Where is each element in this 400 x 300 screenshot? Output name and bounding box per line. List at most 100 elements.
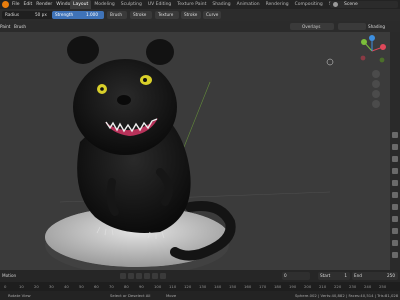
frame-tick-label: 220 [334,284,342,289]
physics-tab-icon[interactable] [392,192,398,198]
curve-dropdown[interactable]: Curve [203,11,221,19]
frame-tick-label: 100 [154,284,162,289]
frame-tick-label: 70 [109,284,114,289]
zoom-icon[interactable] [372,70,380,78]
texture-dropdown[interactable]: Texture [155,11,179,19]
creature-ear-left [67,36,99,64]
scene-selector[interactable]: Scene [330,1,398,8]
status-rotate-view: Rotate View [8,293,31,298]
navigation-gizmo[interactable] [355,34,389,68]
end-value: 250 [387,273,395,278]
gizmo-y-handle[interactable] [361,39,367,45]
start-value: 1 [344,273,347,278]
shading-menu[interactable]: Shading [368,21,385,32]
frame-tick-label: 200 [304,284,312,289]
next-keyframe-icon[interactable] [152,273,158,279]
tool-tab-icon[interactable] [392,132,398,138]
menu-edit[interactable]: Edit [24,0,33,9]
status-stats: Sphere.002 | Verts:40,882 | Faces:40,514… [295,293,399,298]
brush-menu[interactable]: Brush [14,21,26,32]
gizmo-z-handle[interactable] [369,35,375,41]
frame-tick-label: 60 [94,284,99,289]
frame-ruler[interactable]: 0 10 20 30 40 50 60 70 80 90 100 110 120 130 140 150 160… [0,282,400,291]
stroke-method-dropdown[interactable]: Stroke [181,11,201,19]
jump-start-icon[interactable] [120,273,126,279]
grid-icon[interactable] [372,100,380,108]
blender-logo-icon[interactable] [2,1,9,8]
menu-file[interactable]: File [12,0,20,9]
frame-tick-label: 190 [289,284,297,289]
tab-texture-paint[interactable]: Texture Paint [174,0,209,9]
gizmo-neg-x-handle[interactable] [360,55,366,61]
creature-head [73,59,177,155]
brush-dropdown[interactable]: Brush [107,11,127,19]
status-bar: Rotate View Select or Deselect All Move … [0,291,400,300]
stroke-method-label: Stroke [184,12,198,17]
tab-uv-editing[interactable]: UV Editing [145,0,174,9]
gizmo-x-handle[interactable] [380,44,386,50]
strength-value: 1.000 [86,12,98,17]
world-tab-icon[interactable] [392,252,398,258]
status-move: Move [166,293,177,298]
overlays-label: Overlays [302,24,321,29]
frame-tick-label: 240 [364,284,372,289]
object-tab-icon[interactable] [392,156,398,162]
tab-compositing[interactable]: Compositing [292,0,326,9]
view-tab-icon[interactable] [392,144,398,150]
frame-tick-label: 30 [49,284,54,289]
tab-rendering[interactable]: Rendering [263,0,292,9]
timeline-menu[interactable]: Motion [2,270,16,282]
timeline-header: Motion 0 Start 1 End 250 [0,270,400,282]
frame-tick-label: 120 [184,284,192,289]
frame-tick-label: 230 [349,284,357,289]
frame-tick-label: 180 [274,284,282,289]
creature-ear-right [146,39,174,65]
frame-tick-label: 160 [244,284,252,289]
start-frame-field[interactable]: Start 1 [318,272,350,280]
tab-sculpting[interactable]: Sculpting [118,0,145,9]
data-tab-icon[interactable] [392,216,398,222]
strength-field[interactable]: Strength 1.000 [52,11,104,19]
modifier-tab-icon[interactable] [392,168,398,174]
viewport-canvas [45,36,334,270]
texture-tab-icon[interactable] [392,240,398,246]
tab-animation[interactable]: Animation [234,0,263,9]
status-select: Select or Deselect All [110,293,151,298]
frame-tick-label: 80 [124,284,129,289]
shading-modes[interactable] [338,23,366,30]
frame-tick-label: 0 [4,284,7,289]
camera-icon[interactable] [372,90,380,98]
frame-tick-label: 210 [319,284,327,289]
frame-tick-label: 40 [64,284,69,289]
frame-tick-label: 130 [199,284,207,289]
frame-tick-label: 110 [169,284,177,289]
brush-label: Brush [110,12,123,17]
material-tab-icon[interactable] [392,228,398,234]
end-frame-field[interactable]: End 250 [352,272,398,280]
frame-tick-label: 50 [79,284,84,289]
gizmo-neg-y-handle[interactable] [379,57,385,63]
creature-pupil-left [100,87,104,91]
overlays-button[interactable]: Overlays [290,23,334,30]
stroke-dropdown[interactable]: Stroke [130,11,152,19]
texture-label: Texture [158,12,174,17]
frame-tick-label: 90 [139,284,144,289]
menu-render[interactable]: Render [36,0,52,9]
tab-modeling[interactable]: Modeling [91,0,117,9]
particles-tab-icon[interactable] [392,180,398,186]
3d-viewport[interactable] [0,32,390,270]
right-side-tabs [390,32,400,270]
scene-icon [333,2,338,7]
current-frame-field[interactable]: 0 [282,272,310,280]
tab-shading[interactable]: Shading [209,0,233,9]
jump-end-icon[interactable] [160,273,166,279]
creature-nose [117,95,131,105]
prev-keyframe-icon[interactable] [128,273,134,279]
pan-hand-icon[interactable] [372,80,380,88]
play-icon[interactable] [144,273,150,279]
tool-settings-bar: Radius 50 px Strength 1.000 Brush Stroke… [0,9,400,21]
constraints-tab-icon[interactable] [392,204,398,210]
tab-layout[interactable]: Layout [70,0,92,9]
mode-menu[interactable]: Paint [0,21,10,32]
play-reverse-icon[interactable] [136,273,142,279]
